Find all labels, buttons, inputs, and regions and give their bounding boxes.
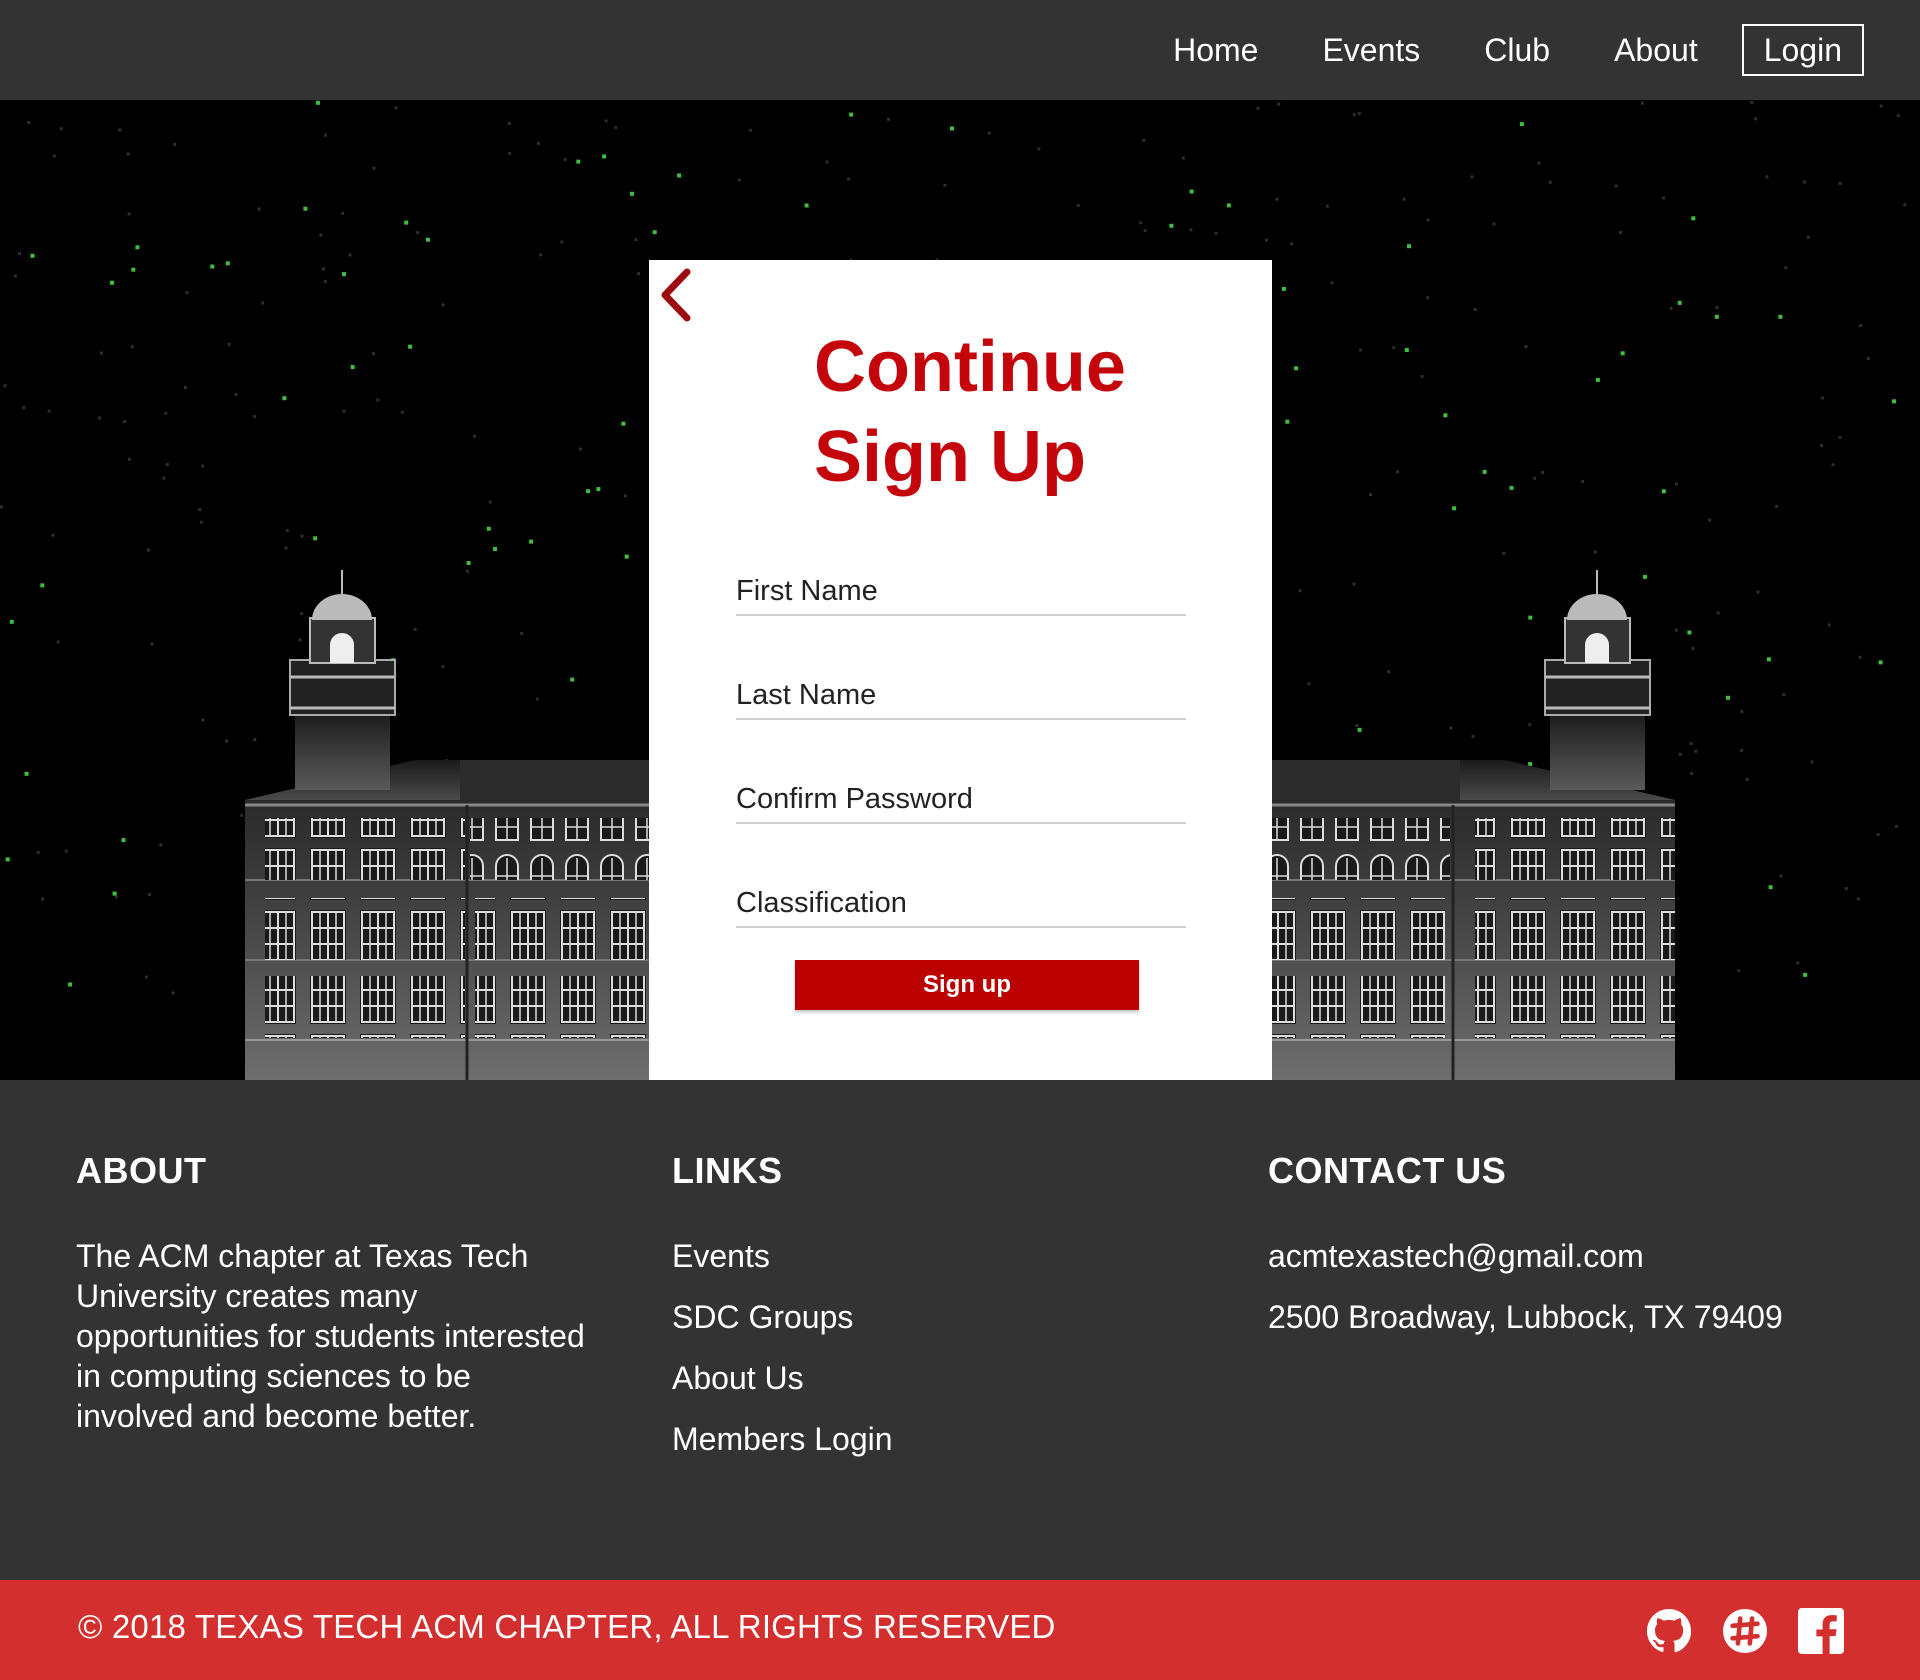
footer-link-sdc-groups[interactable]: SDC Groups bbox=[672, 1297, 893, 1337]
github-icon[interactable] bbox=[1646, 1608, 1692, 1654]
footer: ABOUT The ACM chapter at Texas Tech Univ… bbox=[0, 1080, 1920, 1580]
footer-link-members-login[interactable]: Members Login bbox=[672, 1419, 893, 1459]
classification-field bbox=[736, 864, 1186, 928]
confirm-password-input[interactable] bbox=[736, 760, 1186, 822]
social-links bbox=[1646, 1608, 1844, 1654]
signup-title-line2: Sign Up bbox=[814, 417, 1086, 497]
top-navbar: Home Events Club About Login bbox=[0, 0, 1920, 100]
last-name-field bbox=[736, 656, 1186, 720]
footer-links: LINKS Events SDC Groups About Us Members… bbox=[672, 1150, 893, 1480]
nav-home[interactable]: Home bbox=[1141, 24, 1290, 76]
contact-email[interactable]: acmtexastech@gmail.com bbox=[1268, 1236, 1783, 1276]
signup-button[interactable]: Sign up bbox=[795, 960, 1139, 1010]
copyright-bar: © 2018 TEXAS TECH ACM CHAPTER, ALL RIGHT… bbox=[0, 1580, 1920, 1680]
hero-section: Continue Sign Up Sign up bbox=[0, 100, 1920, 1080]
footer-about-heading: ABOUT bbox=[76, 1150, 207, 1191]
nav-about[interactable]: About bbox=[1582, 24, 1730, 76]
signup-title: Continue Sign Up bbox=[814, 322, 1234, 502]
signup-title-line1: Continue bbox=[814, 327, 1126, 407]
nav-club[interactable]: Club bbox=[1452, 24, 1582, 76]
signup-card: Continue Sign Up Sign up bbox=[649, 260, 1272, 1080]
footer-link-about-us[interactable]: About Us bbox=[672, 1358, 893, 1398]
nav-events[interactable]: Events bbox=[1290, 24, 1452, 76]
footer-contact-heading: CONTACT US bbox=[1268, 1150, 1507, 1191]
footer-links-list: Events SDC Groups About Us Members Login bbox=[672, 1236, 893, 1459]
contact-address: 2500 Broadway, Lubbock, TX 79409 bbox=[1268, 1299, 1783, 1335]
nav-login-button[interactable]: Login bbox=[1741, 24, 1864, 76]
last-name-input[interactable] bbox=[736, 656, 1186, 718]
first-name-input[interactable] bbox=[736, 552, 1186, 614]
back-chevron-icon[interactable] bbox=[649, 260, 709, 330]
facebook-icon[interactable] bbox=[1798, 1608, 1844, 1654]
copyright-text: © 2018 TEXAS TECH ACM CHAPTER, ALL RIGHT… bbox=[78, 1608, 1056, 1645]
confirm-password-field bbox=[736, 760, 1186, 824]
first-name-field bbox=[736, 552, 1186, 616]
footer-link-events[interactable]: Events bbox=[672, 1236, 893, 1276]
footer-about: ABOUT The ACM chapter at Texas Tech Univ… bbox=[76, 1150, 596, 1436]
nav-links: Home Events Club About Login bbox=[1141, 24, 1864, 76]
slack-icon[interactable] bbox=[1722, 1608, 1768, 1654]
footer-about-text: The ACM chapter at Texas Tech University… bbox=[76, 1238, 585, 1434]
footer-links-heading: LINKS bbox=[672, 1150, 783, 1191]
footer-contact: CONTACT US acmtexastech@gmail.com 2500 B… bbox=[1268, 1150, 1783, 1358]
classification-input[interactable] bbox=[736, 864, 1186, 926]
footer-contact-lines: acmtexastech@gmail.com 2500 Broadway, Lu… bbox=[1268, 1236, 1783, 1337]
